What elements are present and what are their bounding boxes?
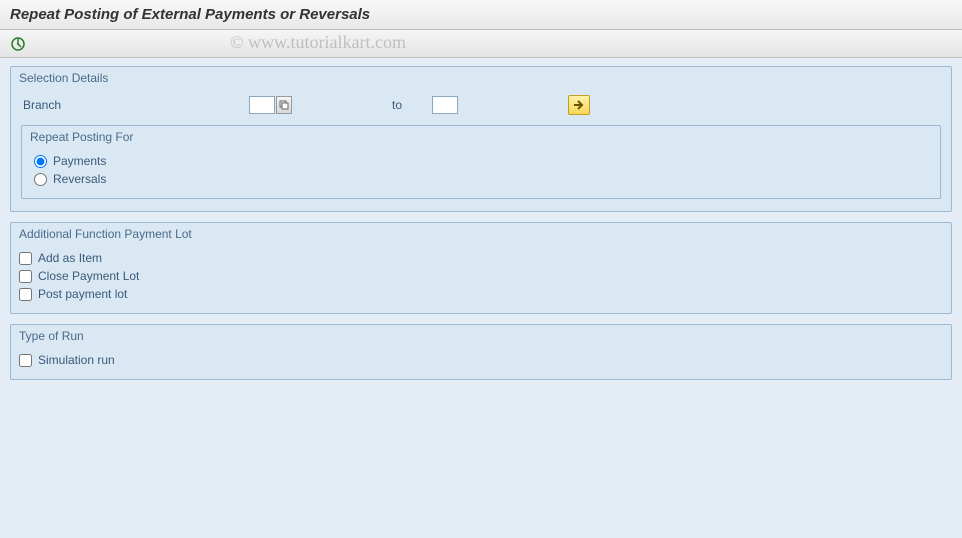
checkbox-simulation[interactable]: [19, 354, 32, 367]
group-title-selection: Selection Details: [11, 67, 951, 89]
branch-input-to[interactable]: [432, 96, 458, 114]
execute-icon: [10, 36, 26, 52]
group-repeat-posting-for: Repeat Posting For Payments Reversals: [21, 125, 941, 199]
branch-row: Branch to: [19, 93, 943, 117]
check-row-simulation[interactable]: Simulation run: [19, 351, 943, 369]
radio-row-payments[interactable]: Payments: [34, 152, 928, 170]
check-row-close-lot[interactable]: Close Payment Lot: [19, 267, 943, 285]
radio-payments-label: Payments: [53, 154, 106, 168]
group-selection-details: Selection Details Branch to: [10, 66, 952, 212]
group-title-additional: Additional Function Payment Lot: [11, 223, 951, 245]
content-area: Selection Details Branch to: [0, 58, 962, 538]
checkbox-close-lot-label: Close Payment Lot: [38, 269, 139, 283]
check-row-add-item[interactable]: Add as Item: [19, 249, 943, 267]
arrow-right-icon: [572, 99, 586, 111]
branch-input-from[interactable]: [249, 96, 275, 114]
branch-value-help-button[interactable]: [276, 96, 292, 114]
checkbox-simulation-label: Simulation run: [38, 353, 115, 367]
page-title: Repeat Posting of External Payments or R…: [0, 0, 962, 30]
group-additional-function: Additional Function Payment Lot Add as I…: [10, 222, 952, 314]
execute-button[interactable]: [8, 34, 28, 54]
radio-reversals[interactable]: [34, 173, 47, 186]
to-label: to: [292, 98, 432, 112]
branch-label: Branch: [19, 98, 249, 112]
check-row-post-lot[interactable]: Post payment lot: [19, 285, 943, 303]
checkbox-post-lot-label: Post payment lot: [38, 287, 127, 301]
group-title-repeat: Repeat Posting For: [22, 126, 940, 148]
checkbox-add-item-label: Add as Item: [38, 251, 102, 265]
radio-payments[interactable]: [34, 155, 47, 168]
search-help-icon: [279, 100, 289, 110]
group-type-of-run: Type of Run Simulation run: [10, 324, 952, 380]
radio-row-reversals[interactable]: Reversals: [34, 170, 928, 188]
checkbox-post-lot[interactable]: [19, 288, 32, 301]
multiple-selection-button[interactable]: [568, 95, 590, 115]
checkbox-close-lot[interactable]: [19, 270, 32, 283]
checkbox-add-item[interactable]: [19, 252, 32, 265]
radio-reversals-label: Reversals: [53, 172, 106, 186]
group-title-run: Type of Run: [11, 325, 951, 347]
toolbar: [0, 30, 962, 58]
